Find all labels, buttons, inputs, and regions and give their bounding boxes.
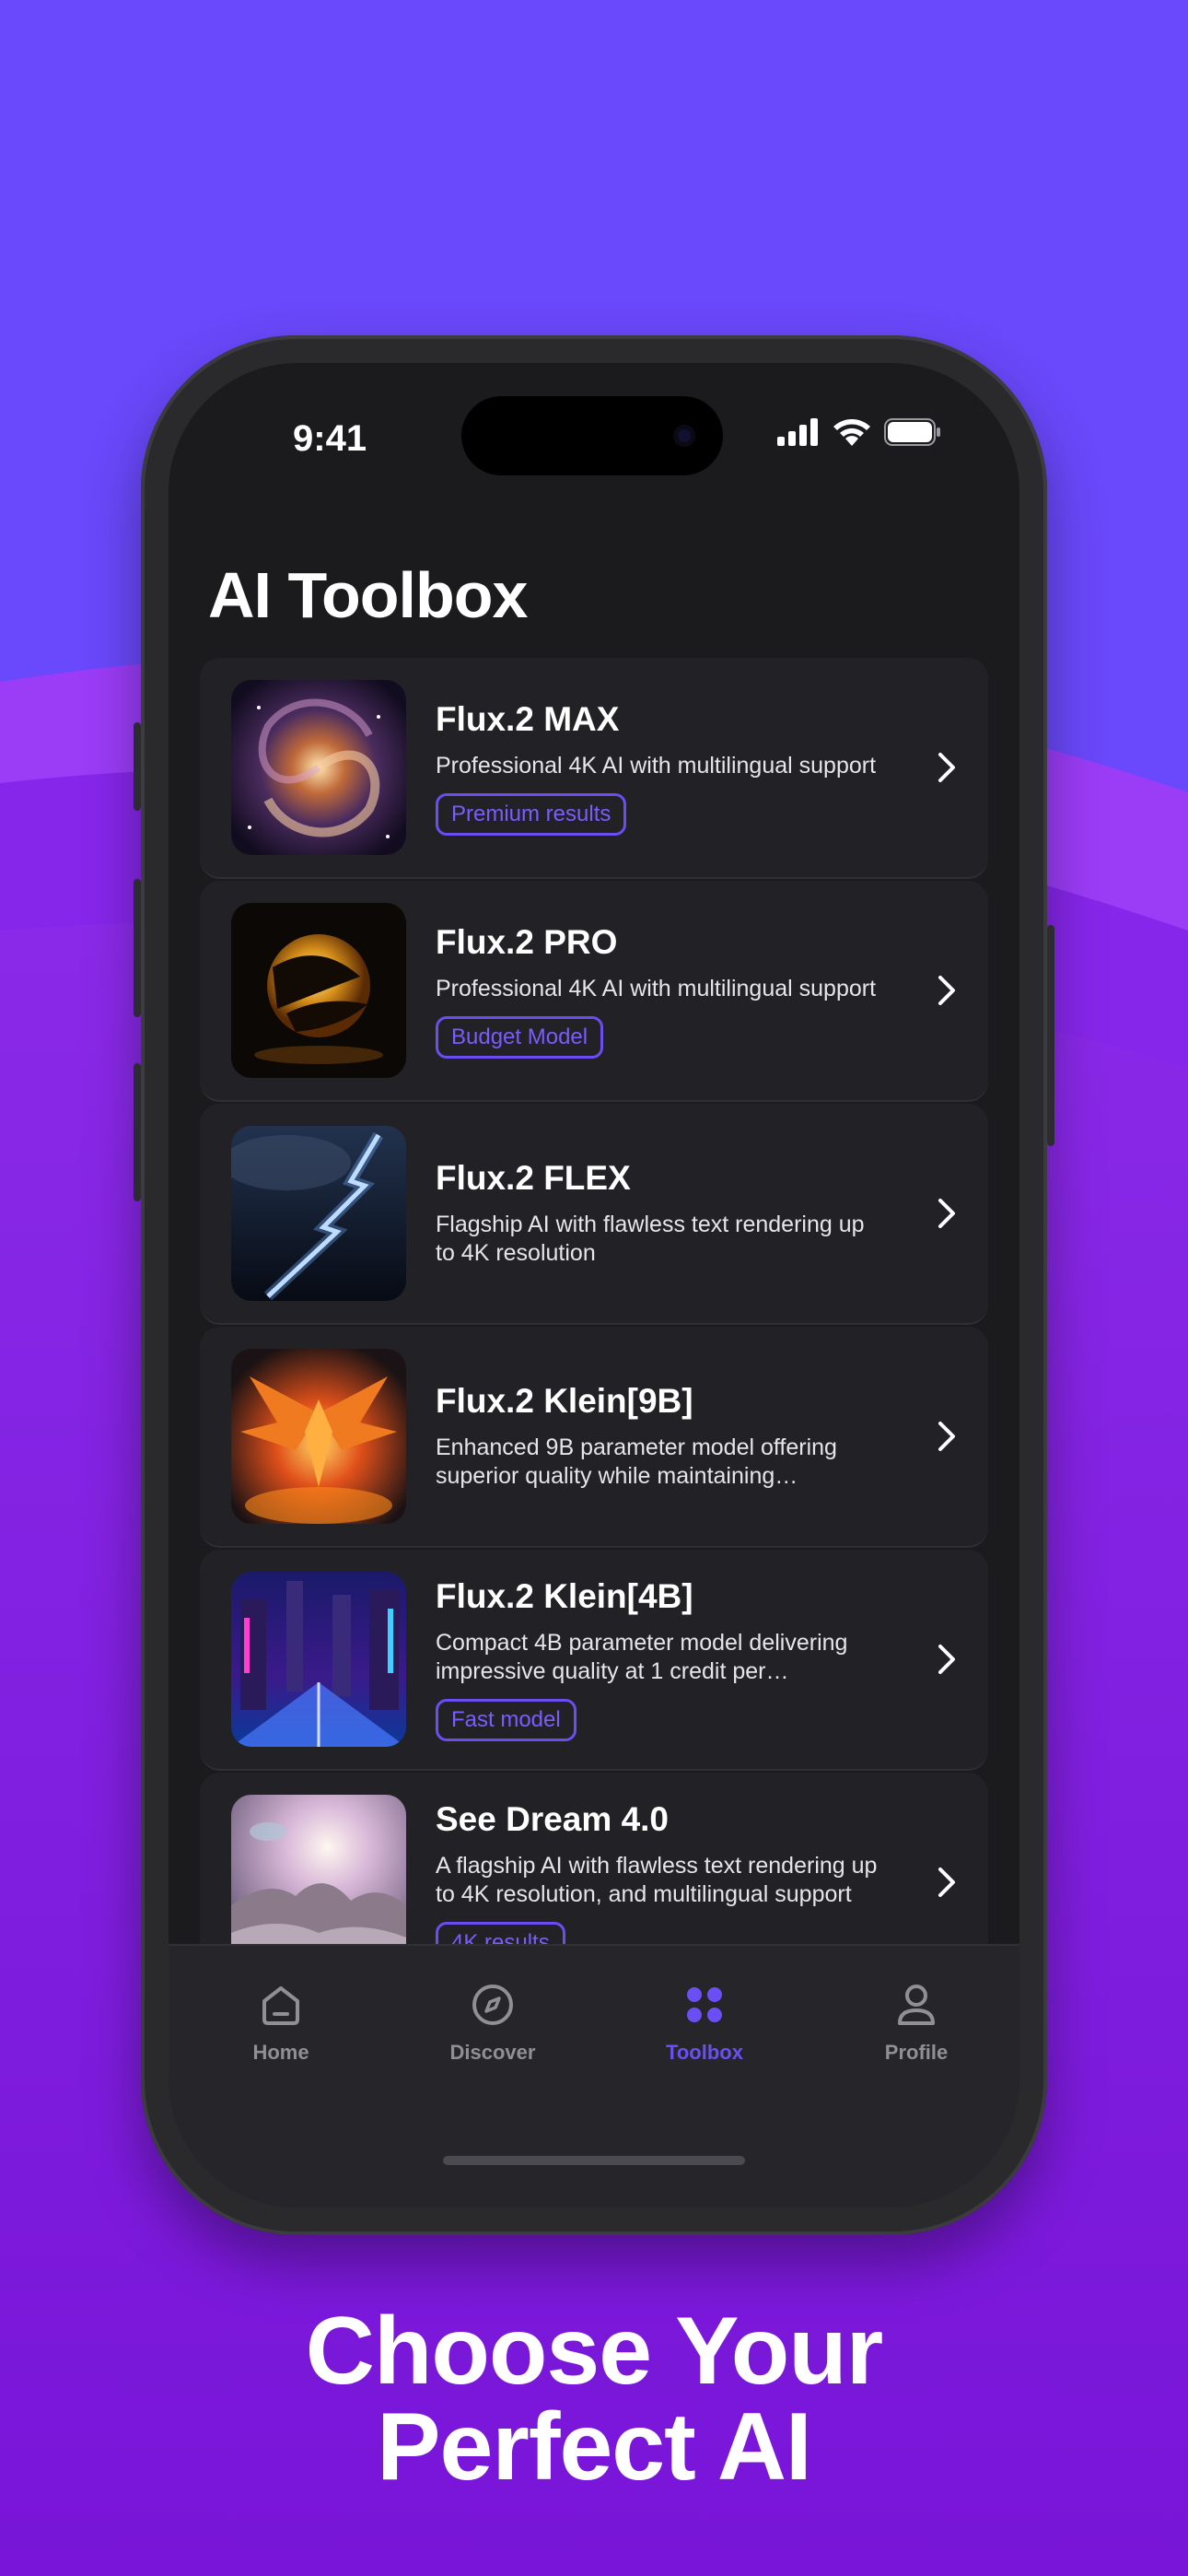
tab-toolbox[interactable]: Toolbox [631,1981,778,2065]
wifi-icon [833,419,870,446]
tab-label: Discover [449,2041,536,2064]
volume-up-button [134,879,141,1017]
grid-icon [687,1987,722,2022]
tab-label: Home [252,2041,309,2064]
model-thumbnail-lightning [231,1126,406,1301]
volume-down-button [134,1063,141,1201]
battery-icon [884,418,940,446]
model-badge: Budget Model [436,1015,604,1059]
power-button [1047,925,1054,1146]
chevron-right-icon [938,1868,955,1897]
chevron-right-icon [938,753,955,782]
model-description: Flagship AI with flawless text rendering… [436,1212,865,1266]
home-icon [262,1986,299,2025]
model-card[interactable]: Flux.2 Klein[4B] Compact 4B parameter mo… [200,1550,988,1771]
dynamic-island [461,396,723,475]
model-description: Compact 4B parameter model delivering im… [436,1630,848,1684]
model-card-text: Flux.2 FLEX Flagship AI with flawless te… [436,1104,878,1323]
model-thumbnail-golden-sphere [231,903,406,1078]
model-card-text: Flux.2 PRO Professional 4K AI with multi… [436,881,878,1100]
model-thumbnail-galaxy [231,680,406,855]
status-time: 9:41 [293,418,367,459]
tab-home[interactable]: Home [207,1981,355,2065]
model-card[interactable]: Flux.2 Klein[9B] Enhanced 9B parameter m… [200,1327,988,1548]
tab-label: Toolbox [666,2041,743,2064]
model-title: Flux.2 FLEX [436,1159,631,1197]
model-card[interactable]: Flux.2 FLEX Flagship AI with flawless te… [200,1104,988,1325]
model-thumbnail-phoenix [231,1349,406,1524]
page-title: AI Toolbox [208,559,528,631]
model-title: Flux.2 Klein[4B] [436,1577,693,1615]
chevron-right-icon [938,1199,955,1228]
model-title: Flux.2 MAX [436,699,620,738]
model-description: Professional 4K AI with multilingual sup… [436,975,877,1001]
model-card[interactable]: Flux.2 MAX Professional 4K AI with multi… [200,658,988,879]
tagline-line-1: Choose Your [305,2298,884,2405]
tab-label: Profile [884,2041,949,2064]
phone-screen: 9:41 AI Toolbox Flux.2 MAX Professional … [169,363,1019,2207]
home-indicator[interactable] [443,2156,745,2165]
marketing-tagline: Choose Your Perfect AI [0,2303,1188,2495]
phone-frame: 9:41 AI Toolbox Flux.2 MAX Professional … [134,335,1054,2235]
model-card-text: Flux.2 Klein[9B] Enhanced 9B parameter m… [436,1327,878,1546]
model-description: Professional 4K AI with multilingual sup… [436,752,877,779]
person-icon [898,1985,935,2025]
model-title: Flux.2 PRO [436,922,618,961]
model-card-text: Flux.2 MAX Professional 4K AI with multi… [436,658,878,877]
model-title: See Dream 4.0 [436,1800,670,1838]
chevron-right-icon [938,1422,955,1451]
model-card[interactable]: Flux.2 PRO Professional 4K AI with multi… [200,881,988,1102]
tab-bar: Home Discover Toolbox Profile [169,1944,1019,2207]
model-badge: Fast model [436,1699,577,1741]
compass-icon [472,1985,513,2025]
tab-discover[interactable]: Discover [419,1981,566,2065]
model-description: A flagship AI with flawless text renderi… [436,1853,878,1907]
model-card-text: Flux.2 Klein[4B] Compact 4B parameter mo… [436,1550,878,1769]
model-description: Enhanced 9B parameter model offering sup… [436,1434,837,1489]
cellular-signal-icon [777,418,818,446]
chevron-right-icon [938,1645,955,1674]
front-camera-icon [673,425,695,447]
chevron-right-icon [938,976,955,1005]
status-bar: 9:41 [169,363,1019,501]
tab-profile[interactable]: Profile [843,1981,990,2065]
action-button [134,722,141,811]
model-list: Flux.2 MAX Professional 4K AI with multi… [200,658,988,2069]
model-thumbnail-neon-city [231,1572,406,1747]
model-title: Flux.2 Klein[9B] [436,1382,693,1420]
status-icons [777,416,941,448]
model-badge: Premium results [436,792,627,836]
tagline-line-2: Perfect AI [377,2394,812,2500]
